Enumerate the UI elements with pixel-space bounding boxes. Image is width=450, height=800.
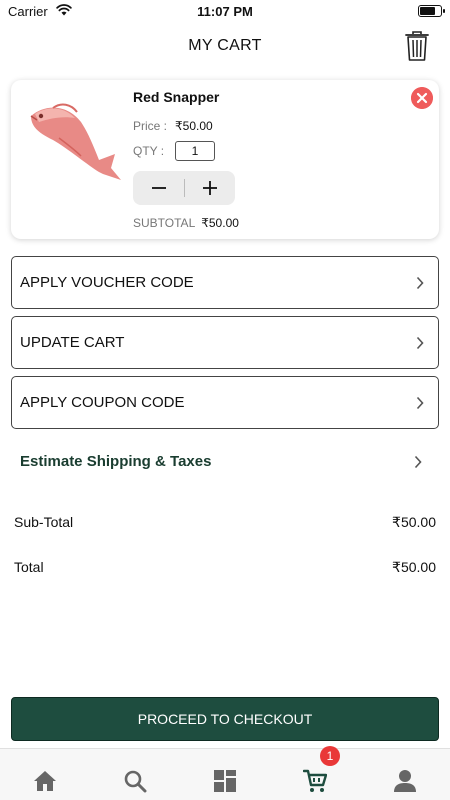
profile-icon (394, 770, 416, 792)
cart-icon (303, 769, 327, 792)
price-value: ₹50.00 (175, 119, 213, 133)
header: MY CART (0, 24, 450, 70)
checkout-button[interactable]: PROCEED TO CHECKOUT (11, 697, 439, 741)
total-row: Total ₹50.00 (14, 559, 436, 575)
total-value: ₹50.00 (392, 559, 436, 575)
product-name[interactable]: Red Snapper (133, 89, 219, 105)
close-icon[interactable] (411, 87, 433, 109)
subtotal-row: Sub-Total ₹50.00 (14, 514, 436, 530)
estimate-shipping-label: Estimate Shipping & Taxes (20, 453, 212, 470)
battery-level (420, 7, 435, 15)
home-icon (34, 771, 56, 791)
total-label: Total (14, 559, 44, 575)
tab-categories[interactable] (180, 749, 270, 800)
cart-count-badge: 1 (320, 746, 340, 766)
quantity-stepper (133, 171, 235, 205)
trash-icon[interactable] (404, 30, 430, 62)
item-subtotal-value: ₹50.00 (201, 216, 239, 230)
estimate-shipping-button[interactable]: Estimate Shipping & Taxes (11, 440, 439, 484)
tab-cart[interactable]: 1 (270, 746, 360, 800)
action-label: UPDATE CART (20, 334, 125, 351)
tab-home[interactable] (0, 749, 90, 800)
apply-voucher-button[interactable]: APPLY VOUCHER CODE (11, 256, 439, 309)
update-cart-button[interactable]: UPDATE CART (11, 316, 439, 369)
product-image (30, 103, 121, 180)
page-title: MY CART (188, 37, 262, 54)
tab-search[interactable] (90, 749, 180, 800)
quantity-field[interactable] (175, 141, 215, 161)
chevron-right-icon (414, 455, 422, 469)
cart-item-card: Red Snapper Price : ₹50.00 QTY : SUBTOTAL… (11, 80, 439, 239)
action-label: APPLY COUPON CODE (20, 394, 185, 411)
qty-row: QTY : (133, 141, 215, 161)
battery-icon (418, 5, 445, 17)
chevron-right-icon (416, 396, 424, 410)
categories-icon (214, 770, 236, 792)
chevron-right-icon (416, 276, 424, 290)
price-label: Price : (133, 119, 168, 133)
status-bar: Carrier 11:07 PM (0, 0, 450, 24)
action-label: APPLY VOUCHER CODE (20, 274, 194, 291)
item-subtotal-label: SUBTOTAL (133, 216, 196, 230)
subtotal-label: Sub-Total (14, 514, 74, 530)
price-row: Price : ₹50.00 (133, 119, 213, 133)
minus-button[interactable] (133, 171, 184, 205)
item-subtotal-row: SUBTOTAL ₹50.00 (133, 216, 239, 230)
qty-label: QTY : (133, 144, 165, 158)
tab-bar: 1 (0, 746, 450, 800)
clock: 11:07 PM (197, 4, 253, 19)
plus-button[interactable] (184, 171, 235, 205)
search-icon (124, 770, 147, 793)
tab-profile[interactable] (360, 749, 450, 800)
apply-coupon-button[interactable]: APPLY COUPON CODE (11, 376, 439, 429)
subtotal-value: ₹50.00 (392, 514, 436, 530)
chevron-right-icon (416, 336, 424, 350)
